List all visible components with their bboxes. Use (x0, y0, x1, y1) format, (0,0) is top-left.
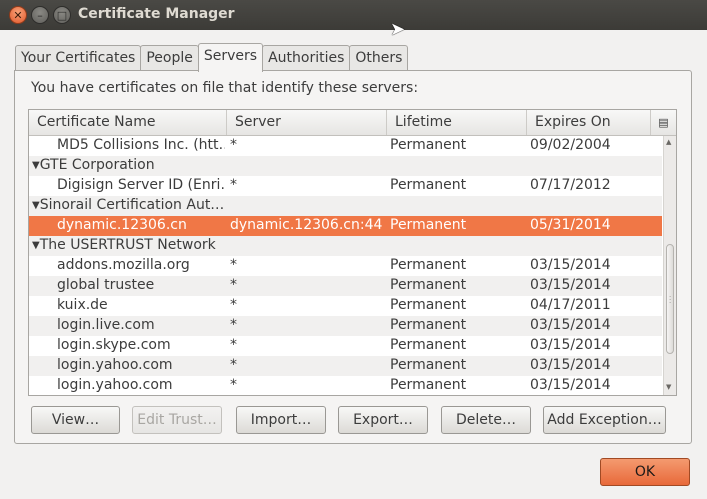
expires-cell: 09/02/2004 (530, 137, 611, 153)
tab-bar: Your Certificates People Servers Authori… (15, 43, 409, 72)
server-cell: dynamic.12306.cn:443 (230, 217, 382, 233)
lifetime-cell: Permanent (390, 337, 467, 353)
expires-cell: 05/31/2014 (530, 217, 611, 233)
lifetime-cell: Permanent (390, 217, 467, 233)
mouse-pointer-icon: ➤ (390, 19, 406, 40)
expires-cell: 03/15/2014 (530, 337, 611, 353)
expires-cell: 03/15/2014 (530, 277, 611, 293)
server-cell: * (230, 357, 237, 373)
group-name: The USERTRUST Network (39, 237, 216, 253)
tree-group-row[interactable]: ▼The USERTRUST Network (29, 236, 662, 256)
tab-people[interactable]: People (140, 45, 199, 72)
server-cell: * (230, 297, 237, 313)
tree-group-row[interactable]: ▼Sinorail Certification Aut… (29, 196, 662, 216)
title-bar: ✕ – □ Certificate Manager (0, 0, 707, 30)
group-label: ▼Sinorail Certification Aut… (32, 197, 224, 213)
table-row[interactable]: Digisign Server ID (Enri… * Permanent 07/17… (29, 176, 662, 196)
cert-name-cell: global trustee (57, 277, 155, 293)
tree-group-row[interactable]: ▼GTE Corporation (29, 156, 662, 176)
expires-cell: 03/15/2014 (530, 357, 611, 373)
table-row[interactable]: login.live.com * Permanent 03/15/2014 (29, 316, 662, 336)
expires-cell: 03/15/2014 (530, 317, 611, 333)
table-row[interactable]: login.skype.com * Permanent 03/15/2014 (29, 336, 662, 356)
group-label: ▼The USERTRUST Network (32, 237, 216, 253)
cert-name-cell: login.yahoo.com (57, 377, 173, 393)
close-icon[interactable]: ✕ (9, 6, 27, 24)
cert-name-cell: Digisign Server ID (Enri… (57, 177, 225, 193)
lifetime-cell: Permanent (390, 277, 467, 293)
cert-name-cell: login.skype.com (57, 337, 171, 353)
ok-button[interactable]: OK (600, 458, 690, 486)
expires-cell: 07/17/2012 (530, 177, 611, 193)
minimize-icon[interactable]: – (31, 6, 49, 24)
server-cell: * (230, 177, 237, 193)
table-row[interactable]: login.yahoo.com * Permanent 03/15/2014 (29, 376, 662, 395)
grip-icon: · · · (669, 293, 672, 307)
intro-text: You have certificates on file that ident… (31, 80, 419, 96)
table-row[interactable]: addons.mozilla.org * Permanent 03/15/2014 (29, 256, 662, 276)
cert-name-cell: dynamic.12306.cn (57, 217, 187, 233)
view-button[interactable]: View… (31, 406, 120, 434)
expander-down-icon[interactable]: ▼ (32, 240, 40, 251)
expires-cell: 03/15/2014 (530, 257, 611, 273)
server-cell: * (230, 137, 237, 153)
lifetime-cell: Permanent (390, 377, 467, 393)
expander-down-icon[interactable]: ▼ (32, 200, 40, 211)
table-row[interactable]: kuix.de * Permanent 04/17/2011 (29, 296, 662, 316)
table-row[interactable]: MD5 Collisions Inc. (htt… * Permanent 09/02… (29, 136, 662, 156)
server-cell: * (230, 317, 237, 333)
window-title: Certificate Manager (78, 6, 235, 22)
edit-trust-button[interactable]: Edit Trust… (132, 406, 222, 434)
lifetime-cell: Permanent (390, 317, 467, 333)
lifetime-cell: Permanent (390, 357, 467, 373)
cert-name-cell: MD5 Collisions Inc. (htt… (57, 137, 225, 153)
tab-authorities[interactable]: Authorities (262, 45, 351, 72)
lifetime-cell: Permanent (390, 177, 467, 193)
table-row[interactable]: login.yahoo.com * Permanent 03/15/2014 (29, 356, 662, 376)
maximize-icon[interactable]: □ (53, 6, 71, 24)
import-button[interactable]: Import… (236, 406, 326, 434)
scroll-up-icon[interactable]: ▲ (666, 138, 671, 146)
vertical-scrollbar[interactable]: ▲ · · · ▼ (663, 136, 676, 395)
column-picker-icon[interactable]: ▤ (651, 110, 676, 135)
export-button[interactable]: Export… (338, 406, 428, 434)
column-header-lifetime[interactable]: Lifetime (387, 110, 527, 135)
group-name: Sinorail Certification Aut… (39, 197, 225, 213)
table-row[interactable]: global trustee * Permanent 03/15/2014 (29, 276, 662, 296)
expander-down-icon[interactable]: ▼ (32, 160, 40, 171)
table-row[interactable]: dynamic.12306.cn dynamic.12306.cn:443 Perm… (29, 216, 662, 236)
lifetime-cell: Permanent (390, 257, 467, 273)
certificate-tree[interactable]: Certificate Name Server Lifetime Expires… (28, 109, 677, 396)
column-header-expires[interactable]: Expires On (527, 110, 651, 135)
scroll-down-icon[interactable]: ▼ (666, 383, 671, 391)
column-header-name[interactable]: Certificate Name (29, 110, 227, 135)
server-cell: * (230, 277, 237, 293)
expires-cell: 04/17/2011 (530, 297, 611, 313)
cert-name-cell: login.live.com (57, 317, 155, 333)
add-exception-button[interactable]: Add Exception… (543, 406, 666, 434)
tree-header: Certificate Name Server Lifetime Expires… (29, 110, 676, 136)
server-cell: * (230, 257, 237, 273)
tab-others[interactable]: Others (349, 45, 409, 72)
server-cell: * (230, 377, 237, 393)
column-header-server[interactable]: Server (227, 110, 387, 135)
servers-pane: You have certificates on file that ident… (14, 70, 692, 444)
group-name: GTE Corporation (39, 157, 155, 173)
tree-rows: MD5 Collisions Inc. (htt… * Permanent 09/02… (29, 136, 662, 395)
tab-servers[interactable]: Servers (197, 43, 264, 72)
expires-cell: 03/15/2014 (530, 377, 611, 393)
server-cell: * (230, 337, 237, 353)
cert-name-cell: kuix.de (57, 297, 108, 313)
scrollbar-thumb[interactable]: · · · (666, 244, 674, 354)
group-label: ▼GTE Corporation (32, 157, 155, 173)
lifetime-cell: Permanent (390, 137, 467, 153)
cert-name-cell: login.yahoo.com (57, 357, 173, 373)
cert-name-cell: addons.mozilla.org (57, 257, 190, 273)
tab-your-certificates[interactable]: Your Certificates (15, 45, 142, 72)
delete-button[interactable]: Delete… (441, 406, 531, 434)
lifetime-cell: Permanent (390, 297, 467, 313)
